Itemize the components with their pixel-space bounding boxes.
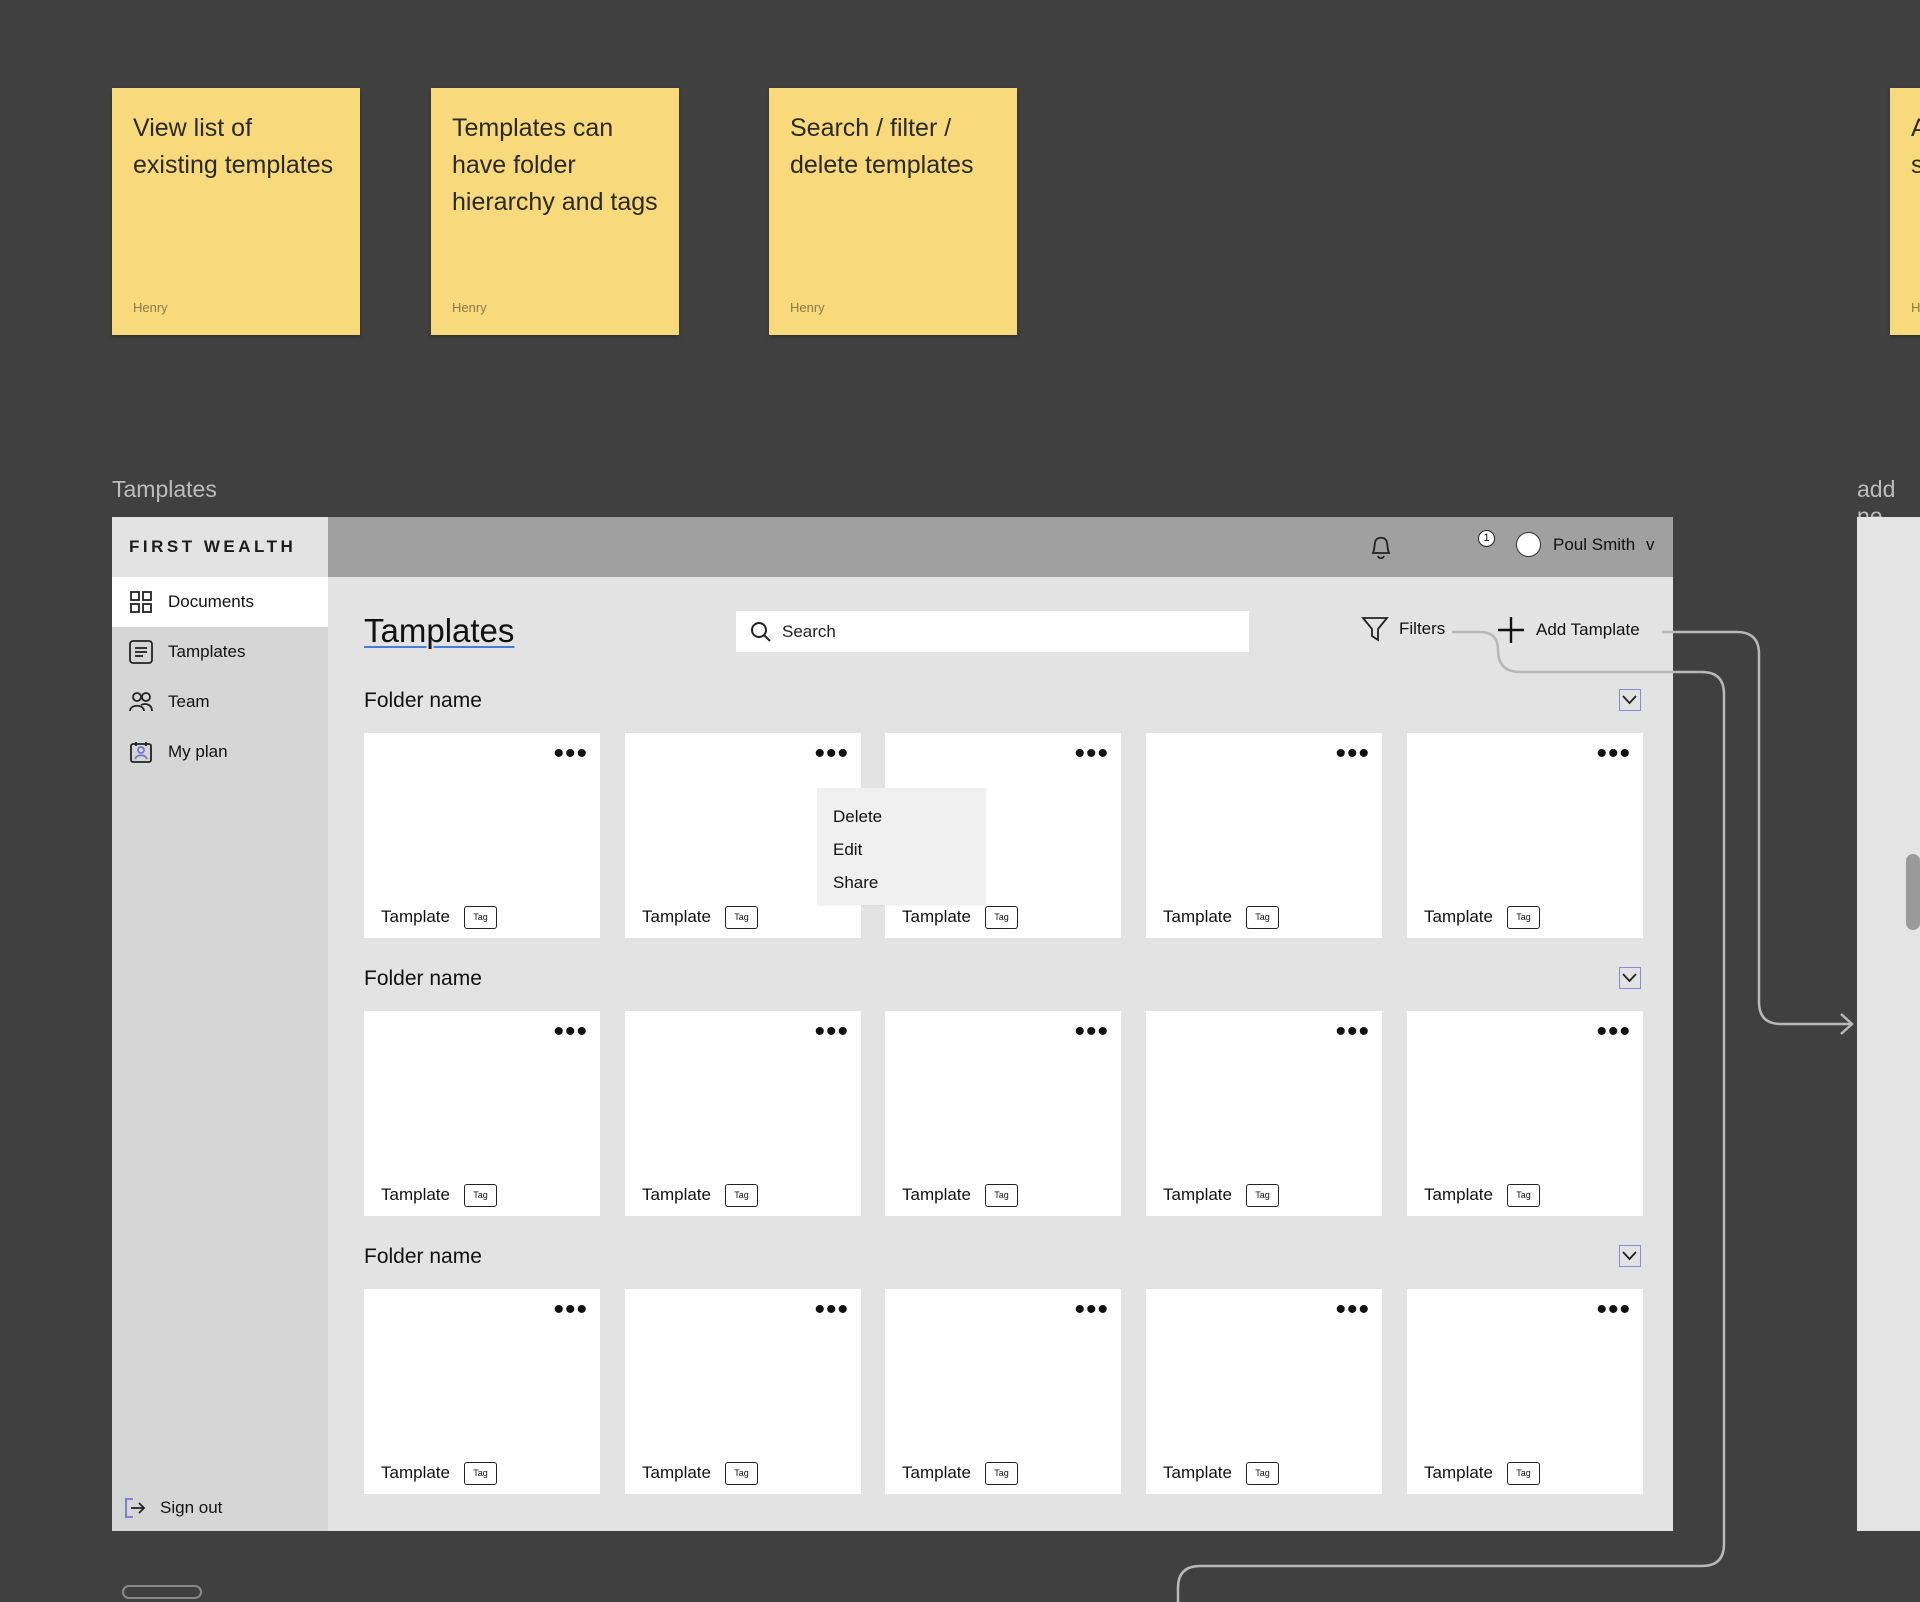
connector-lines [1176,630,1854,1602]
